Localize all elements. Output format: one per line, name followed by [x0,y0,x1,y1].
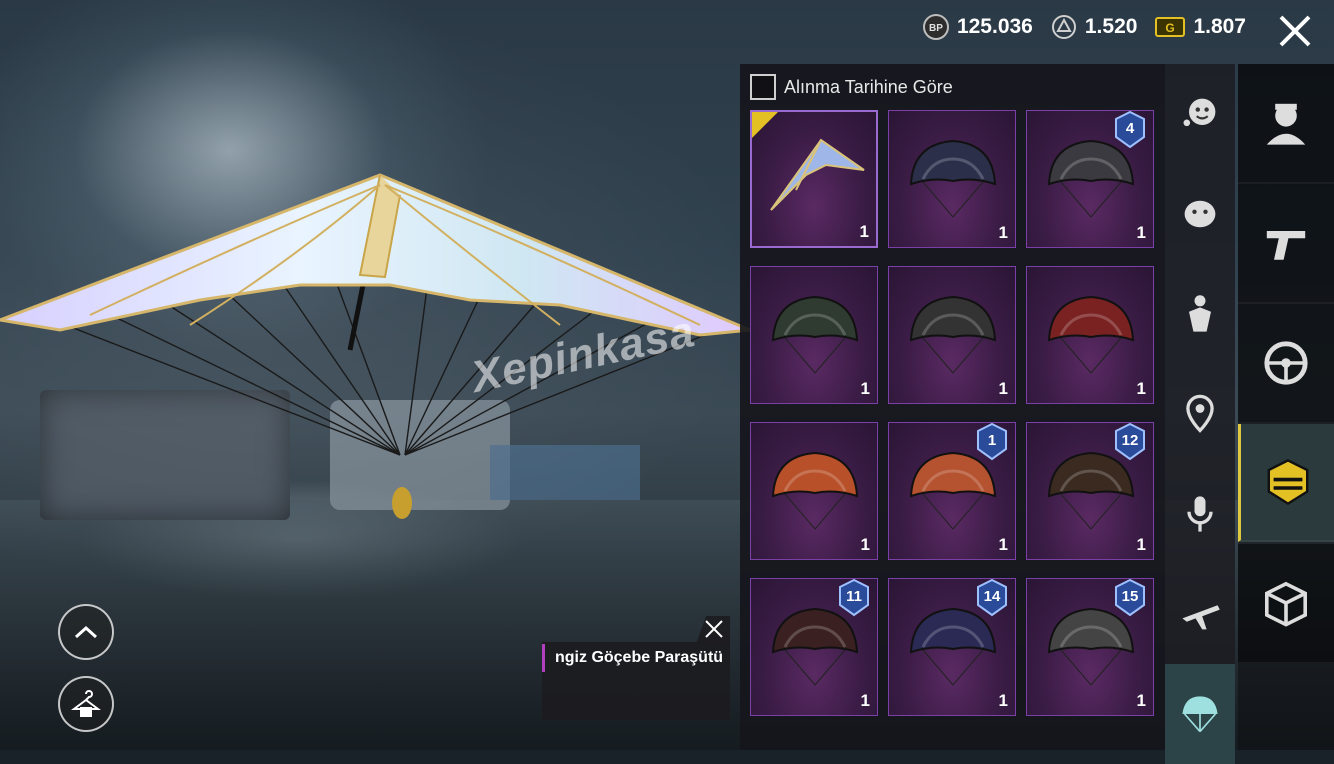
season-shield-icon [1267,459,1308,506]
close-icon[interactable] [1276,12,1314,50]
pistol-icon [1266,231,1306,260]
emote-icon [1183,98,1216,127]
companion-icon [1184,200,1216,228]
g-ticket-icon: G [1155,14,1186,40]
subcategory-tab[interactable] [1165,64,1235,164]
ag-amount: 1.520 [1084,15,1138,38]
inventory-item-tile[interactable]: 15 1 [1026,578,1154,716]
subcategory-tab[interactable] [1165,364,1235,464]
level-badge: 12 [1121,431,1139,449]
level-badge: 15 [1121,587,1139,605]
inventory-item-tile[interactable]: 1 [750,266,878,404]
item-name-tooltip: ngiz Göçebe Paraşütü [542,642,730,720]
category-tab[interactable] [1238,304,1334,424]
pose-icon [1189,295,1211,332]
inventory-item-tile[interactable]: 41 [1026,110,1154,248]
level-badge: 1 [987,431,997,449]
crate-icon [1265,581,1307,627]
sort-label: Alınma Tarihine Göre [784,76,953,97]
glider-icon [770,138,865,211]
item-count: 1 [1136,379,1146,398]
character-icon [1266,103,1306,145]
item-count: 1 [859,222,869,241]
expand-up-button[interactable] [58,604,114,660]
category-tab[interactable] [1238,64,1334,184]
subcategory-tab[interactable] [1165,664,1235,764]
item-count: 1 [1136,691,1146,710]
currency-bp: BP 125.036 [922,14,1033,40]
inventory-item-tile[interactable]: 11 [888,422,1016,560]
item-count: 1 [998,223,1008,242]
parachute-icon [1047,295,1135,374]
level-badge: 11 [846,587,862,605]
new-item-marker [752,112,778,138]
inventory-item-tile[interactable]: 1 [750,110,878,248]
inventory-item-tile[interactable]: 1 [1026,266,1154,404]
level-badge: 14 [983,587,1001,605]
airplane-icon [1182,605,1220,630]
inventory-item-tile[interactable]: 1 [888,110,1016,248]
subcategory-tab[interactable] [1165,464,1235,564]
bp-coin-icon: BP [922,14,949,40]
category-tab[interactable] [1238,544,1334,664]
category-column [1238,64,1334,750]
g-ticket-label: G [1166,21,1175,35]
item-count: 1 [860,691,870,710]
inventory-item-tile[interactable]: 14 1 [888,578,1016,716]
item-count: 1 [998,379,1008,398]
category-tab[interactable] [1238,184,1334,304]
inventory-item-tile[interactable]: 1 [888,266,1016,404]
bp-coin-label: BP [929,23,943,34]
item-count: 1 [1136,223,1146,242]
microphone-icon [1187,496,1213,532]
category-tab[interactable] [1238,424,1334,542]
currency-uc: G 1.807 [1155,14,1246,40]
hanger-icon [71,690,101,717]
ag-emblem-icon [1051,14,1077,40]
item-count: 1 [860,535,870,554]
currency-bar: BP 125.036 1.520 G 1.807 [922,14,1246,40]
sort-option[interactable]: Alınma Tarihine Göre [750,74,953,100]
parachute-icon [771,451,859,530]
parachute-icon [909,295,997,374]
inventory-item-tile[interactable]: 1 [750,422,878,560]
item-count: 1 [1136,535,1146,554]
item-name: ngiz Göçebe Paraşütü [542,644,730,672]
level-badge: 4 [1125,119,1135,137]
inventory-panel: Alınma Tarihine Göre 1 1 41 1 1 1 1 1 1 … [740,64,1165,750]
currency-ag: 1.520 [1051,14,1138,40]
subcategory-column [1165,64,1235,764]
inventory-item-tile[interactable]: 12 1 [1026,422,1154,560]
bp-amount: 125.036 [956,15,1033,38]
inventory-item-tile[interactable]: 11 1 [750,578,878,716]
subcategory-tab[interactable] [1165,564,1235,664]
uc-amount: 1.807 [1193,15,1246,38]
chevron-up-icon [74,625,98,639]
parachute-icon [1182,696,1218,733]
parachute-icon [909,139,997,218]
item-count: 1 [998,535,1008,554]
wardrobe-button[interactable] [58,676,114,732]
sort-checkbox[interactable] [750,74,776,100]
subcategory-tab[interactable] [1165,164,1235,264]
item-count: 1 [860,379,870,398]
item-count: 1 [998,691,1008,710]
steering-wheel-icon [1264,341,1308,385]
location-pin-icon [1186,394,1214,433]
subcategory-tab[interactable] [1165,264,1235,364]
parachute-icon [771,295,859,374]
